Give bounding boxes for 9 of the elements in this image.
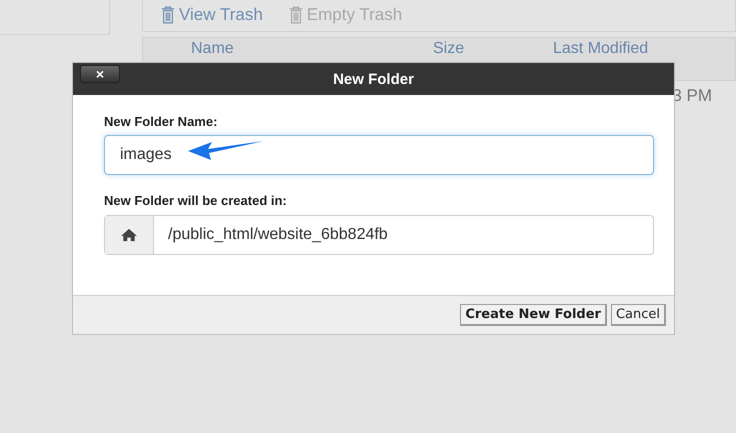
field-label: New Folder Name: — [104, 114, 218, 129]
trash-icon — [288, 6, 303, 24]
trash-icon — [161, 6, 175, 24]
field-label: New Folder will be created in: — [104, 193, 288, 208]
dialog-title: New Folder — [333, 70, 414, 88]
create-button[interactable]: Create New Folder — [460, 304, 607, 326]
cancel-button[interactable]: Cancel — [610, 304, 666, 326]
input-field[interactable]: images — [104, 135, 654, 175]
close-button[interactable]: × — [80, 65, 120, 83]
